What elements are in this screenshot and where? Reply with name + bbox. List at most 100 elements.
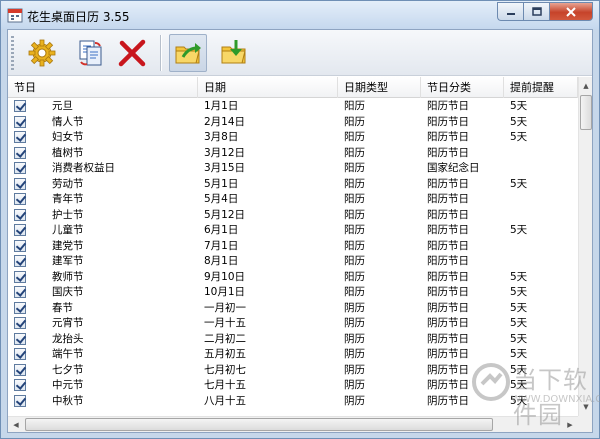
cell-category: 阴历节日	[427, 363, 469, 376]
cell-date: 10月1日	[204, 286, 246, 298]
table-row[interactable]: 元宵节 一月十五 阴历 阴历节日 5天	[8, 316, 578, 332]
cell-name: 国庆节	[52, 286, 84, 298]
gear-icon	[28, 39, 56, 67]
horizontal-scroll-thumb[interactable]	[25, 418, 493, 431]
cell-name: 七夕节	[52, 363, 84, 376]
cell-category: 阴历节日	[427, 348, 469, 360]
table-row[interactable]: 春节 一月初一 阴历 阴历节日 5天	[8, 301, 578, 317]
table-row[interactable]: 国庆节 10月1日 阳历 阳历节日 5天	[8, 285, 578, 301]
row-checkbox[interactable]	[14, 317, 26, 329]
copy-document-icon	[79, 40, 102, 66]
cell-remind: 5天	[510, 224, 528, 236]
cell-type: 阳历	[344, 270, 365, 283]
list-header: 节日 日期 日期类型 节日分类 提前提醒	[8, 77, 578, 98]
table-row[interactable]: 青年节 5月4日 阳历 阳历节日	[8, 192, 578, 208]
cell-type: 阳历	[344, 224, 365, 236]
table-row[interactable]: 妇女节 3月8日 阳历 阳历节日 5天	[8, 130, 578, 146]
row-checkbox[interactable]	[14, 270, 26, 283]
column-header-date-type[interactable]: 日期类型	[338, 77, 421, 98]
export-button[interactable]	[169, 34, 207, 72]
toolbar-separator	[160, 35, 161, 71]
row-checkbox[interactable]	[14, 131, 26, 143]
copy-button[interactable]	[71, 34, 109, 72]
row-checkbox[interactable]	[14, 208, 26, 221]
row-checkbox[interactable]	[14, 363, 26, 376]
cell-remind: 5天	[510, 100, 528, 112]
cell-name: 建军节	[52, 255, 84, 267]
row-checkbox[interactable]	[14, 177, 26, 190]
settings-button[interactable]	[23, 34, 61, 72]
cell-type: 阳历	[344, 286, 365, 298]
row-checkbox[interactable]	[14, 332, 26, 345]
row-checkbox[interactable]	[14, 301, 26, 314]
maximize-button[interactable]	[523, 2, 549, 21]
cell-category: 阳历节日	[427, 131, 469, 143]
table-row[interactable]: 消费者权益日 3月15日 阳历 国家纪念日	[8, 161, 578, 177]
row-checkbox[interactable]	[14, 162, 26, 174]
row-checkbox[interactable]	[14, 100, 26, 112]
minimize-icon	[506, 12, 515, 15]
row-checkbox[interactable]	[14, 394, 26, 407]
row-checkbox[interactable]	[14, 379, 26, 391]
cell-date: 3月15日	[204, 162, 246, 174]
cell-category: 阳历节日	[427, 286, 469, 298]
cell-category: 阳历节日	[427, 100, 469, 112]
table-row[interactable]: 元旦 1月1日 阳历 阳历节日 5天	[8, 99, 578, 115]
table-row[interactable]: 护士节 5月12日 阳历 阳历节日	[8, 208, 578, 224]
close-icon	[566, 6, 576, 17]
vertical-scroll-thumb[interactable]	[580, 95, 592, 130]
title-bar[interactable]: 花生桌面日历 3.55	[1, 1, 599, 29]
cell-type: 阳历	[344, 193, 365, 205]
watermark: 当下软件园 WWW.DOWNXIA.COM	[467, 356, 600, 429]
cell-date: 5月12日	[204, 208, 246, 221]
row-checkbox[interactable]	[14, 348, 26, 360]
cell-date: 八月十五	[204, 394, 246, 407]
table-row[interactable]: 儿童节 6月1日 阳历 阳历节日 5天	[8, 223, 578, 239]
column-header-name[interactable]: 节日	[8, 77, 198, 98]
row-checkbox[interactable]	[14, 224, 26, 236]
cell-date: 5月1日	[204, 177, 239, 190]
cell-category: 阴历节日	[427, 394, 469, 407]
table-row[interactable]: 建党节 7月1日 阳历 阳历节日	[8, 239, 578, 255]
cell-type: 阴历	[344, 394, 365, 407]
table-row[interactable]: 情人节 2月14日 阳历 阳历节日 5天	[8, 115, 578, 131]
table-row[interactable]: 教师节 9月10日 阳历 阳历节日 5天	[8, 270, 578, 286]
table-row[interactable]: 劳动节 5月1日 阳历 阳历节日 5天	[8, 177, 578, 193]
row-checkbox[interactable]	[14, 239, 26, 252]
column-header-remind[interactable]: 提前提醒	[504, 77, 578, 98]
row-checkbox[interactable]	[14, 193, 26, 205]
row-checkbox[interactable]	[14, 146, 26, 159]
close-button[interactable]	[549, 2, 593, 21]
cell-date: 一月初一	[204, 301, 246, 314]
cell-remind: 5天	[510, 317, 528, 329]
delete-button[interactable]	[113, 34, 151, 72]
table-row[interactable]: 建军节 8月1日 阳历 阳历节日	[8, 254, 578, 270]
horizontal-scrollbar[interactable]: ◀ ▶	[8, 416, 578, 432]
folder-arrow-out-icon	[175, 43, 201, 64]
cell-remind: 5天	[510, 177, 528, 190]
cell-type: 阳历	[344, 255, 365, 267]
cell-remind: 5天	[510, 332, 528, 345]
toolbar-grip[interactable]	[11, 36, 14, 70]
row-checkbox[interactable]	[14, 115, 26, 128]
cell-name: 劳动节	[52, 177, 84, 190]
cell-type: 阳历	[344, 162, 365, 174]
scroll-up-arrow-icon[interactable]: ▲	[579, 78, 592, 94]
cell-name: 消费者权益日	[52, 162, 115, 174]
cell-type: 阴历	[344, 363, 365, 376]
calendar-app-icon	[7, 7, 23, 23]
column-header-date[interactable]: 日期	[198, 77, 338, 98]
table-row[interactable]: 龙抬头 二月初二 阴历 阴历节日 5天	[8, 332, 578, 348]
cell-date: 8月1日	[204, 255, 239, 267]
scroll-left-arrow-icon[interactable]: ◀	[8, 417, 24, 432]
cell-category: 阳历节日	[427, 177, 469, 190]
import-button[interactable]	[215, 34, 253, 72]
column-header-category[interactable]: 节日分类	[421, 77, 504, 98]
table-row[interactable]: 植树节 3月12日 阳历 阳历节日	[8, 146, 578, 162]
row-checkbox[interactable]	[14, 286, 26, 298]
cell-type: 阴历	[344, 348, 365, 360]
minimize-button[interactable]	[497, 2, 523, 21]
maximize-icon	[531, 7, 542, 16]
row-checkbox[interactable]	[14, 255, 26, 267]
cell-category: 阳历节日	[427, 239, 469, 252]
